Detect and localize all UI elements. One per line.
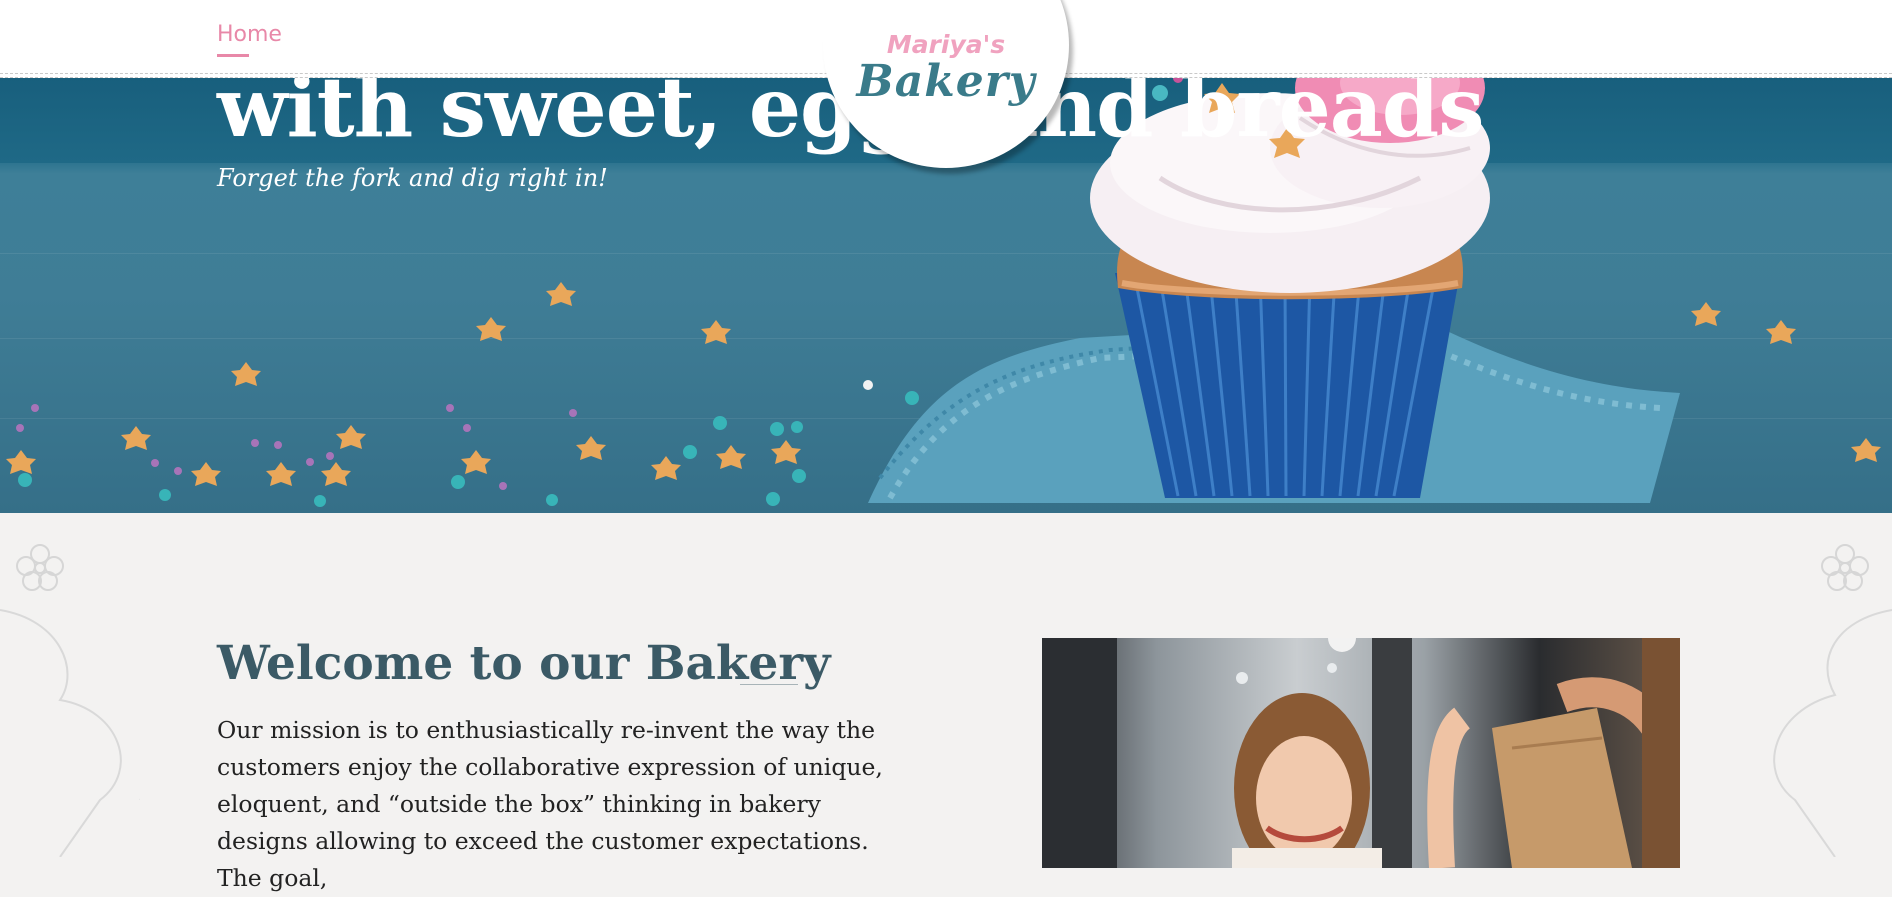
ice-cream-outline-icon [1773, 609, 1892, 857]
logo-main-text: Bakery [856, 56, 1036, 107]
welcome-title: Welcome to our Bakery [217, 636, 831, 691]
welcome-description: Our mission is to enthusiastically re-in… [217, 716, 883, 892]
flower-outline-icon [1821, 544, 1869, 591]
photo-illustration [1042, 638, 1680, 868]
nav-home-link[interactable]: Home [217, 22, 282, 57]
hero-subtitle: Forget the fork and dig right in! [217, 164, 608, 192]
flower-outline-icon [16, 544, 64, 591]
logo-script-text: Mariya's [886, 30, 1006, 59]
ice-cream-outline-icon [0, 609, 140, 857]
title-divider [740, 684, 798, 685]
bakery-customer-photo [1042, 638, 1680, 868]
